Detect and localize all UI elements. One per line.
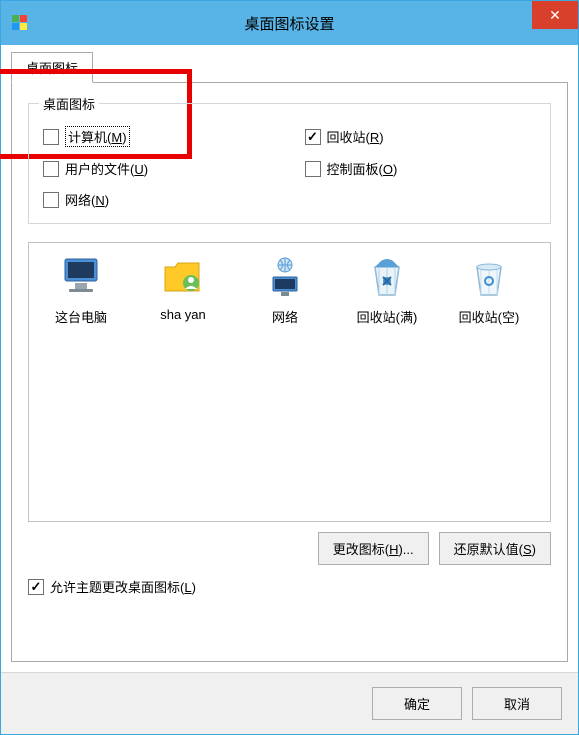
desktop-icons-group: 桌面图标 计算机(M) 回收站(R)	[28, 103, 551, 224]
icon-label: 回收站(满)	[357, 307, 418, 326]
button-label: 确定	[404, 697, 430, 712]
checkbox-box[interactable]	[43, 129, 59, 145]
button-label: 取消	[504, 697, 530, 712]
icon-preview-list[interactable]: 这台电脑 sha yan	[28, 242, 551, 522]
close-icon: ✕	[549, 7, 561, 24]
checkbox-label: 控制面板(O)	[327, 159, 398, 178]
allow-theme-checkbox[interactable]: 允许主题更改桌面图标(L)	[28, 577, 551, 596]
ok-button[interactable]: 确定	[372, 687, 462, 720]
recycle-empty-icon	[465, 253, 513, 301]
icon-item-user-folder[interactable]: sha yan	[143, 253, 223, 322]
cancel-button[interactable]: 取消	[472, 687, 562, 720]
network-icon	[261, 253, 309, 301]
tab-label: 桌面图标	[26, 61, 78, 76]
titlebar: 桌面图标设置 ✕	[1, 1, 578, 45]
checkbox-computer[interactable]: 计算机(M)	[43, 126, 275, 147]
restore-default-button[interactable]: 还原默认值(S)	[439, 532, 551, 565]
tab-desktop-icons[interactable]: 桌面图标	[11, 52, 93, 83]
content-area: 桌面图标 桌面图标 计算机(M)	[1, 45, 578, 672]
app-icon	[11, 14, 29, 32]
group-legend: 桌面图标	[39, 94, 99, 113]
checkbox-box[interactable]	[28, 579, 44, 595]
computer-icon	[57, 253, 105, 301]
tab-panel: 桌面图标 计算机(M) 回收站(R)	[11, 83, 568, 662]
checkbox-network[interactable]: 网络(N)	[43, 190, 275, 209]
icon-item-recycle-empty[interactable]: 回收站(空)	[449, 253, 529, 326]
checkbox-box[interactable]	[305, 129, 321, 145]
checkbox-label: 回收站(R)	[327, 127, 384, 146]
checkbox-grid: 计算机(M) 回收站(R) 用户的文件(U)	[43, 114, 536, 209]
recycle-full-icon	[363, 253, 411, 301]
checkbox-label: 用户的文件(U)	[65, 159, 148, 178]
dialog-button-bar: 确定 取消	[1, 672, 578, 734]
checkbox-recycle-bin[interactable]: 回收站(R)	[305, 126, 537, 147]
icon-label: 回收站(空)	[459, 307, 520, 326]
icon-label: 这台电脑	[55, 307, 107, 326]
window-title: 桌面图标设置	[244, 13, 334, 34]
icon-label: 网络	[272, 307, 298, 326]
tab-strip: 桌面图标	[11, 53, 568, 83]
icon-buttons-row: 更改图标(H)... 还原默认值(S)	[28, 532, 551, 565]
icon-item-network[interactable]: 网络	[245, 253, 325, 326]
close-button[interactable]: ✕	[532, 1, 578, 29]
icon-label: sha yan	[160, 307, 206, 322]
checkbox-label: 允许主题更改桌面图标(L)	[50, 577, 196, 596]
checkbox-box[interactable]	[305, 161, 321, 177]
icon-item-computer[interactable]: 这台电脑	[41, 253, 121, 326]
icon-item-recycle-full[interactable]: 回收站(满)	[347, 253, 427, 326]
desktop-icon-settings-window: 桌面图标设置 ✕ 桌面图标 桌面图标 计算机(M)	[0, 0, 579, 735]
checkbox-box[interactable]	[43, 192, 59, 208]
checkbox-label: 计算机(M)	[65, 126, 130, 147]
checkbox-control-panel[interactable]: 控制面板(O)	[305, 159, 537, 178]
change-icon-button[interactable]: 更改图标(H)...	[318, 532, 429, 565]
checkbox-user-files[interactable]: 用户的文件(U)	[43, 159, 275, 178]
checkbox-label: 网络(N)	[65, 190, 109, 209]
user-folder-icon	[159, 253, 207, 301]
checkbox-box[interactable]	[43, 161, 59, 177]
